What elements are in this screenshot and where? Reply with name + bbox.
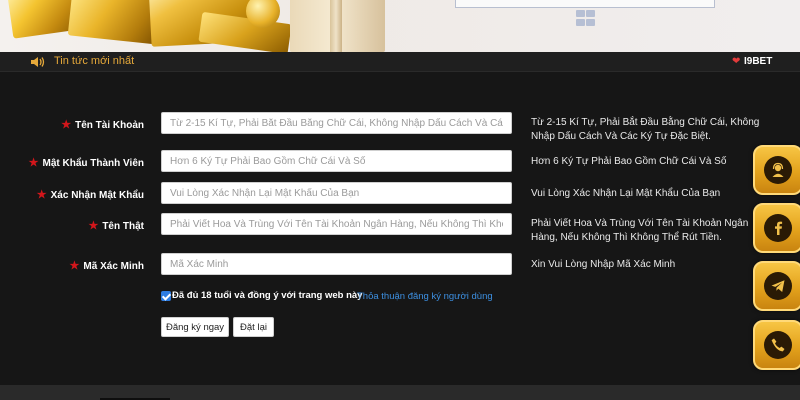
username-hint: Từ 2-15 Kí Tự, Phải Bắt Đầu Bằng Chữ Cái… (531, 117, 760, 142)
confirm-password-label: ★ Xác Nhận Mật Khẩu (36, 189, 144, 201)
telegram-icon (764, 272, 792, 300)
reset-button[interactable]: Đặt lại (233, 317, 274, 337)
top-banner (0, 0, 800, 52)
brand-label: I9BET (744, 56, 773, 67)
phone-button[interactable] (753, 320, 800, 370)
support-agent-icon (764, 156, 792, 184)
required-star-icon: ★ (36, 189, 47, 201)
phone-icon (764, 331, 792, 359)
required-star-icon: ★ (61, 119, 72, 131)
verification-code-hint: Xin Vui Lòng Nhập Mã Xác Minh (531, 259, 676, 270)
real-name-hint: Phải Viết Hoa Và Trùng Với Tên Tài Khoản… (531, 218, 749, 243)
password-input[interactable] (161, 150, 512, 172)
user-agreement-link[interactable]: Thỏa thuận đăng ký người dùng (357, 291, 493, 302)
facebook-icon (764, 214, 792, 242)
username-label: ★ Tên Tài Khoản (61, 119, 144, 131)
footer-strip (0, 385, 800, 400)
telegram-button[interactable] (753, 261, 800, 311)
verification-code-label: ★ Mã Xác Minh (69, 260, 144, 272)
confirm-password-input[interactable] (161, 182, 512, 204)
real-name-input[interactable] (161, 213, 512, 235)
news-label[interactable]: Tin tức mới nhất (54, 55, 134, 67)
required-star-icon: ★ (69, 260, 80, 272)
register-button[interactable]: Đăng ký ngay (161, 317, 229, 337)
confirm-password-hint: Vui Lòng Xác Nhận Lại Mật Khẩu Của Bạn (531, 188, 721, 199)
speaker-icon (31, 57, 45, 67)
required-star-icon: ★ (88, 220, 99, 232)
agreement-checkbox[interactable] (161, 291, 171, 301)
banner-panel (455, 0, 715, 8)
support-button[interactable] (753, 145, 800, 195)
agreement-text: Đã đủ 18 tuổi và đồng ý với trang web nà… (172, 290, 363, 301)
facebook-button[interactable] (753, 203, 800, 253)
grid-icon (575, 10, 597, 28)
verification-code-input[interactable] (161, 253, 512, 275)
password-hint: Hơn 6 Ký Tự Phải Bao Gồm Chữ Cái Và Số (531, 156, 727, 167)
real-name-label: ★ Tên Thật (88, 220, 144, 232)
password-label: ★ Mật Khẩu Thành Viên (28, 157, 144, 169)
heart-icon: ❤ (732, 56, 741, 67)
gift-box-image (290, 0, 385, 52)
news-bar: Tin tức mới nhất ❤ I9BET (0, 52, 800, 72)
gold-bar-image (67, 0, 163, 45)
username-input[interactable] (161, 112, 512, 134)
required-star-icon: ★ (28, 157, 39, 169)
